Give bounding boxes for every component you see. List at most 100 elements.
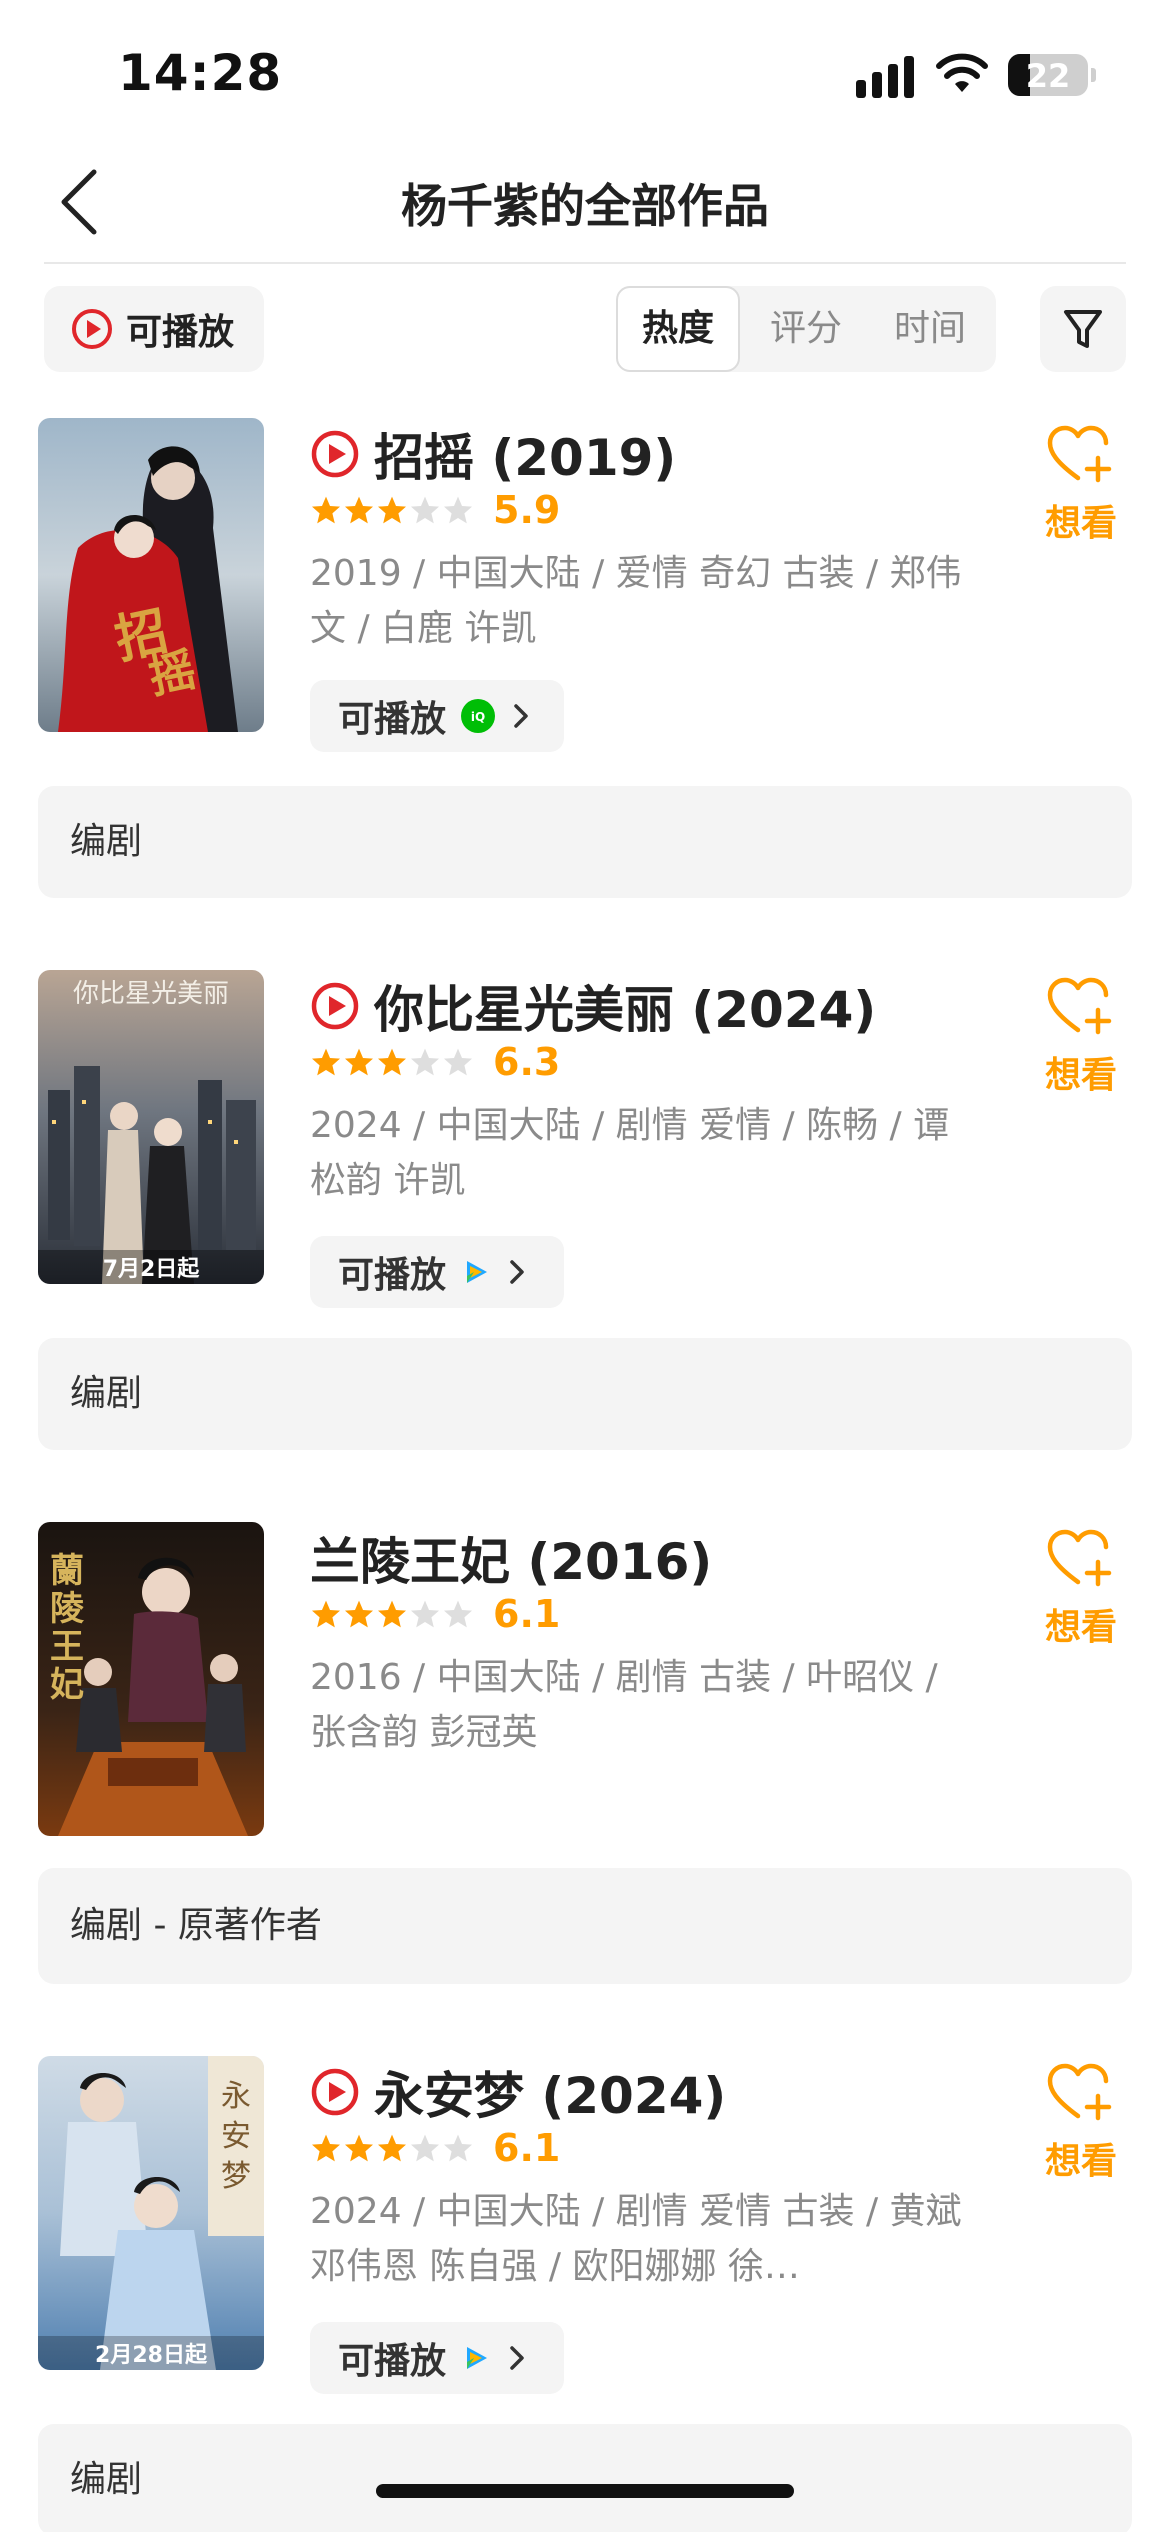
playable-filter-button[interactable]: 可播放 [44,286,264,372]
work-meta: 2024 / 中国大陆 / 剧情 爱情 / 陈畅 / 谭松韵 许凯 [310,1105,950,1201]
star-empty-icon [411,496,439,524]
star-empty-icon [444,496,472,524]
star-full-icon [312,1048,340,1076]
score: 6.1 [493,2126,561,2170]
playable-label: 可播放 [338,699,447,740]
poster-caption: 2月28日起 [95,2343,208,2368]
work-meta: 2016 / 中国大陆 / 剧情 古装 / 叶昭仪 / 张含韵 彭冠英 [310,1657,938,1753]
star-full-icon [312,496,340,524]
want-to-watch-label: 想看 [1044,1607,1117,1648]
play-circle-icon [311,982,359,1030]
svg-text:永: 永 [221,2079,251,2114]
divider [44,262,1126,264]
role-label: 编剧 [38,786,1132,898]
svg-text:iQ: iQ [471,710,485,724]
filter-button[interactable] [1040,286,1126,372]
tab-time[interactable]: 时间 [868,286,992,372]
playable-filter-label: 可播放 [126,312,235,353]
star-full-icon [312,1600,340,1628]
svg-text:你比星光美丽: 你比星光美丽 [73,979,229,1009]
rating: 5.9 [310,488,560,532]
chevron-right-icon [510,1260,524,1284]
funnel-icon [1064,310,1102,348]
playable-platform-button[interactable]: 可播放 iQ [310,680,564,752]
poster-image[interactable]: 招 摇 [38,418,264,732]
score: 5.9 [493,488,561,532]
chevron-right-icon [514,704,528,728]
star-empty-icon [411,2134,439,2162]
role-label: 编剧 [38,1338,1132,1450]
work-title: 永安梦 (2024) [374,2067,727,2125]
star-empty-icon [444,1048,472,1076]
star-rating [310,494,475,526]
heart-plus-icon [1047,2063,1112,2121]
star-full-icon [378,1048,406,1076]
want-to-watch-button[interactable]: 想看 [1036,976,1126,1098]
poster-image[interactable]: 蘭 陵 王 妃 [38,1522,264,1836]
work-title: 兰陵王妃 (2016) [310,1533,713,1591]
nav-bar: 杨千紫的全部作品 [0,140,1170,264]
star-rating [310,1046,475,1078]
status-time: 14:28 [118,44,283,102]
playable-platform-button[interactable]: 可播放 [310,2322,564,2394]
work-title-row[interactable]: 招摇 (2019) [310,418,676,490]
svg-text:安: 安 [221,2119,251,2154]
play-circle-icon [311,430,359,478]
star-full-icon [378,1600,406,1628]
want-to-watch-button[interactable]: 想看 [1036,1528,1126,1650]
tencent-video-icon [467,2347,488,2369]
wifi-icon [936,53,988,92]
battery-percent: 22 [1025,57,1071,95]
rating: 6.3 [310,1040,560,1084]
work-title: 你比星光美丽 (2024) [374,981,877,1039]
work-meta: 2019 / 中国大陆 / 爱情 奇幻 古装 / 郑伟文 / 白鹿 许凯 [310,553,962,649]
status-bar: 14:28 22 [0,0,1170,140]
star-rating [310,1598,475,1630]
star-full-icon [345,496,373,524]
role-label: 编剧 - 原著作者 [38,1868,1132,1984]
star-empty-icon [411,1600,439,1628]
work-title-row[interactable]: 兰陵王妃 (2016) [310,1522,712,1594]
star-empty-icon [444,2134,472,2162]
page-title: 杨千紫的全部作品 [401,179,769,233]
heart-plus-icon [1047,1529,1112,1587]
play-circle-icon [311,2068,359,2116]
rating: 6.1 [310,1592,560,1636]
home-indicator [376,2484,794,2498]
tab-hot[interactable]: 热度 [616,286,740,372]
playable-label: 可播放 [338,2341,447,2382]
svg-text:梦: 梦 [221,2159,251,2194]
want-to-watch-button[interactable]: 想看 [1036,424,1126,546]
tencent-video-icon [467,1261,488,1283]
playable-platform-button[interactable]: 可播放 [310,1236,564,1308]
want-to-watch-label: 想看 [1044,2141,1117,2182]
work-title-row[interactable]: 你比星光美丽 (2024) [310,970,876,1042]
star-full-icon [345,2134,373,2162]
work-meta: 2024 / 中国大陆 / 剧情 爱情 古装 / 黄斌 邓伟恩 陈自强 / 欧阳… [310,2191,962,2287]
filter-row: 可播放 热度 评分 时间 [0,286,1170,372]
playable-label: 可播放 [338,1255,447,1296]
svg-text:蘭: 蘭 [50,1551,84,1591]
star-empty-icon [444,1600,472,1628]
poster-image[interactable]: 永 安 梦 2月28日起 [38,2056,264,2370]
cellular-signal-icon [856,56,916,98]
want-to-watch-label: 想看 [1044,1055,1117,1096]
heart-plus-icon [1047,425,1112,483]
iqiyi-icon: iQ [461,699,496,733]
star-full-icon [345,1600,373,1628]
heart-plus-icon [1047,977,1112,1035]
sort-tabs: 热度 评分 时间 [616,286,996,372]
star-full-icon [378,496,406,524]
work-title-row[interactable]: 永安梦 (2024) [310,2056,726,2128]
rating: 6.1 [310,2126,560,2170]
star-full-icon [378,2134,406,2162]
score: 6.3 [493,1040,561,1084]
tab-rating[interactable]: 评分 [744,286,868,372]
svg-text:陵: 陵 [50,1589,85,1629]
poster-image[interactable]: 你比星光美丽 7月2日起 [38,970,264,1284]
want-to-watch-button[interactable]: 想看 [1036,2062,1126,2184]
battery-icon: 22 [1008,54,1096,96]
poster-caption: 7月2日起 [103,1257,201,1282]
svg-text:王: 王 [50,1627,84,1667]
svg-text:妃: 妃 [50,1665,84,1705]
